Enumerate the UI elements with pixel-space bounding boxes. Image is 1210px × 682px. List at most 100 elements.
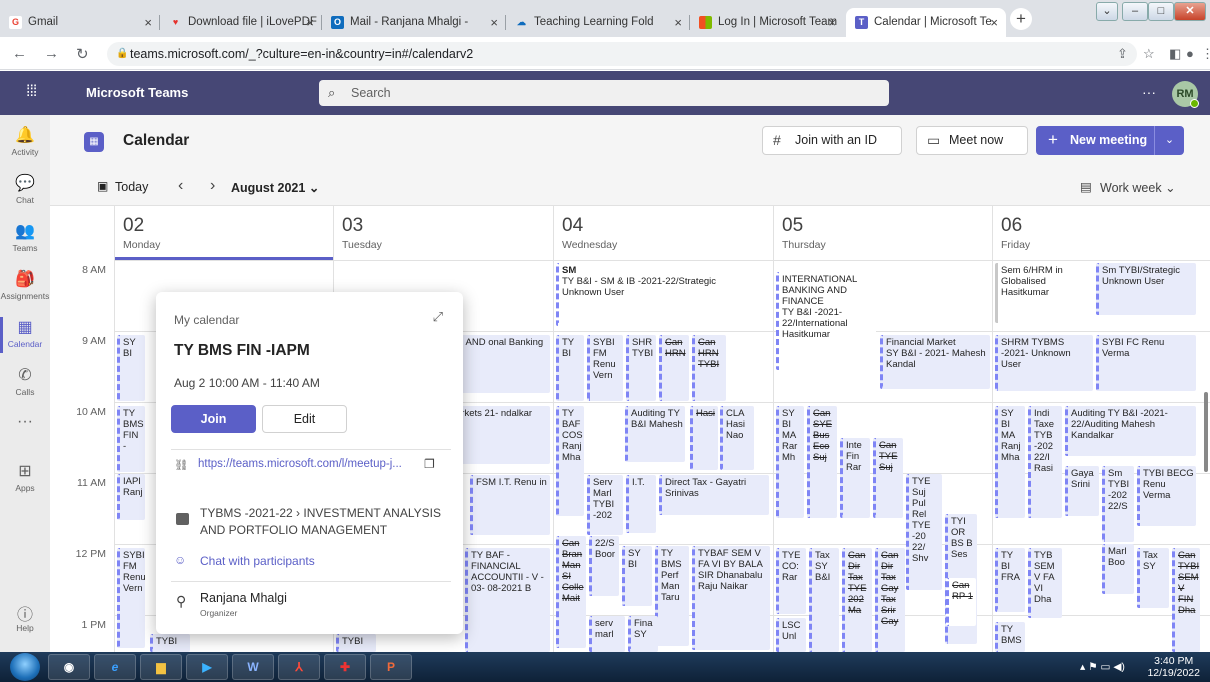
event-card-sem6[interactable]: Sem 6/HRM in Globalised Hasitkumar (995, 263, 1093, 323)
rail-activity[interactable]: 🔔 Activity (0, 119, 50, 169)
media-player-taskbar-icon[interactable]: ▶ (186, 654, 228, 680)
event-card[interactable]: TYB SEM V FA VI Dha (1028, 548, 1062, 618)
event-card[interactable]: arkets 21- ndalkar (450, 406, 550, 464)
next-week-icon[interactable]: › (210, 177, 215, 195)
maximize-button[interactable]: □ (1148, 2, 1174, 21)
event-card[interactable]: Marl Boo (1102, 544, 1134, 594)
event-card[interactable]: Fina SY (628, 616, 658, 652)
event-card[interactable]: SYBI FM Renu Vern (587, 335, 623, 401)
close-icon[interactable]: × (144, 8, 152, 37)
waffle-icon[interactable]: ⁞⁞⁞ (26, 83, 37, 101)
profile-icon[interactable]: ● (1186, 46, 1194, 61)
browser-tab-mail[interactable]: O Mail - Ranjana Mhalgi - × (322, 8, 506, 37)
browser-tab-ilovepdf[interactable]: ♥ Download file | iLovePDF × (160, 8, 322, 37)
event-card[interactable]: TY BMS FIN - (117, 406, 145, 472)
event-card[interactable]: Can Dir Tax TYE 202 Ma (842, 548, 872, 652)
day-header-monday[interactable]: 02 Monday (114, 206, 333, 260)
rail-assignments[interactable]: 🎒 Assignments (0, 263, 50, 313)
event-card[interactable]: Can HRN TYBI (692, 335, 726, 401)
sidepanel-icon[interactable]: ◧ (1169, 46, 1181, 62)
event-card[interactable]: Can HRN (659, 335, 689, 401)
day-header-tuesday[interactable]: 03 Tuesday (333, 206, 553, 260)
prev-week-icon[interactable]: ‹ (178, 177, 183, 195)
event-card[interactable]: TY BI FRA (995, 548, 1025, 612)
explorer-taskbar-icon[interactable]: ▆ (140, 654, 182, 680)
share-icon[interactable]: ⇪ (1117, 46, 1128, 62)
powerpoint-taskbar-icon[interactable]: P (370, 654, 412, 680)
meeting-link[interactable]: ⛓ https://teams.microsoft.com/l/meetup-j.… (174, 458, 444, 470)
close-window-button[interactable]: ✕ (1174, 2, 1206, 21)
event-card[interactable]: 22/S Boor (589, 536, 619, 596)
event-card[interactable]: I.T. (626, 475, 656, 533)
reload-icon[interactable]: ↻ (76, 45, 89, 63)
word-taskbar-icon[interactable]: W (232, 654, 274, 680)
new-tab-button[interactable]: + (1010, 8, 1032, 30)
view-selector[interactable]: ▤ Work week ⌄ (1080, 180, 1176, 195)
star-icon[interactable]: ☆ (1143, 46, 1155, 62)
event-card[interactable]: SY BI (622, 546, 652, 606)
event-card[interactable]: G AND onal Banking (450, 335, 550, 393)
event-card[interactable]: TY BMS (995, 622, 1025, 652)
event-card[interactable]: FSM I.T. Renu in (470, 475, 550, 535)
join-button[interactable]: Join (171, 405, 256, 433)
dropdown-icon[interactable]: ⌄ (1096, 2, 1118, 21)
close-icon[interactable]: × (306, 8, 314, 37)
event-card[interactable]: TYBI (336, 634, 376, 652)
month-picker[interactable]: August 2021 ⌄ (231, 180, 319, 195)
browser-tab-gmail[interactable]: G Gmail × (0, 8, 160, 37)
close-icon[interactable]: × (674, 8, 682, 37)
rail-calls[interactable]: ✆ Calls (0, 359, 50, 409)
event-card[interactable]: SYBI FM Renu Vern (117, 548, 145, 648)
clock[interactable]: 3:40 PM 12/19/2022 (1147, 655, 1200, 679)
day-header-friday[interactable]: 06 Friday (992, 206, 1210, 260)
chrome-taskbar-icon[interactable]: ◉ (48, 654, 90, 680)
event-card[interactable]: SHR TYBI (626, 335, 656, 401)
event-card[interactable]: Can TYBI SEM V FIN Dha (1172, 548, 1200, 652)
event-card[interactable]: Tax SY B&I (809, 548, 839, 652)
join-with-id-button[interactable]: # Join with an ID (762, 126, 902, 155)
event-card[interactable]: TY BAF COS Ranj Mha (556, 406, 584, 516)
more-options-icon[interactable]: ··· (1142, 84, 1156, 100)
event-card-sm[interactable]: SM TY B&I - SM & IB -2021-22/Strategic Unk… (556, 263, 770, 326)
event-card[interactable]: IAPI Ranj (117, 474, 145, 520)
event-card[interactable]: Inte Fin Rar (840, 438, 870, 518)
browser-tab-teaching[interactable]: ☁ Teaching Learning Fold × (506, 8, 690, 37)
day-header-wednesday[interactable]: 04 Wednesday (553, 206, 773, 260)
search-input[interactable]: ⌕ Search (319, 80, 889, 106)
event-card-intl[interactable]: INTERNATIONAL BANKING AND FINANCE TY B&I … (776, 272, 876, 370)
event-card[interactable]: Direct Tax - Gayatri Srinivas (659, 475, 769, 515)
rail-help[interactable]: ⓘ Help (0, 595, 50, 645)
minimize-button[interactable]: – (1122, 2, 1148, 21)
event-card-sybi-fc[interactable]: SYBI FC Renu Verma (1096, 335, 1196, 391)
browser-tab-calendar[interactable]: T Calendar | Microsoft Te × (846, 8, 1006, 37)
tray-icons[interactable]: ▴ ⚑ ▭ ◀) (1080, 661, 1125, 673)
event-card[interactable]: TYBI (150, 634, 190, 652)
acrobat-taskbar-icon[interactable]: ⅄ (278, 654, 320, 680)
new-meeting-button[interactable]: + New meeting ⌄ (1036, 126, 1184, 155)
event-card[interactable]: Can TYE Suj (873, 438, 903, 518)
event-card-auditing[interactable]: Auditing TY B&I -2021-22/Auditing Mahesh… (1065, 406, 1196, 456)
event-card[interactable]: TYBI BECG Renu Verma (1137, 466, 1196, 526)
rail-apps[interactable]: ⊞ Apps (0, 455, 50, 505)
event-card[interactable]: Tax SY (1137, 548, 1169, 608)
close-icon[interactable]: × (828, 8, 836, 37)
event-card[interactable]: Can RP 1 (946, 578, 976, 626)
rail-teams[interactable]: 👥 Teams (0, 215, 50, 265)
menu-icon[interactable]: ⋮ (1201, 46, 1210, 62)
event-card[interactable]: LSC Unl (776, 618, 806, 652)
event-card[interactable]: TYE CO: Rar (776, 548, 806, 614)
event-card-shrm[interactable]: SHRM TYBMS -2021- Unknown User (995, 335, 1093, 391)
forward-icon[interactable]: → (44, 45, 59, 62)
expand-icon[interactable]: ⤢ (433, 309, 443, 325)
event-card[interactable]: Hasi (690, 406, 718, 470)
meet-now-button[interactable]: ▭ Meet now (916, 126, 1028, 155)
app-taskbar-icon[interactable]: ✚ (324, 654, 366, 680)
event-card[interactable]: SY BI MA Rar Mh (776, 406, 804, 518)
event-card[interactable]: Can Dir Tax Gay Tax Srir Gay (875, 548, 905, 652)
event-card[interactable]: SY BI (117, 335, 145, 401)
event-card[interactable]: Serv Marl TYBI -202 (587, 475, 623, 535)
start-button[interactable] (10, 653, 40, 681)
back-icon[interactable]: ← (12, 45, 27, 62)
event-card-financial-market[interactable]: Financial Market SY B&I - 2021- Mahesh Ka… (880, 335, 990, 389)
chat-with-participants-link[interactable]: ☺ Chat with participants (174, 553, 315, 568)
